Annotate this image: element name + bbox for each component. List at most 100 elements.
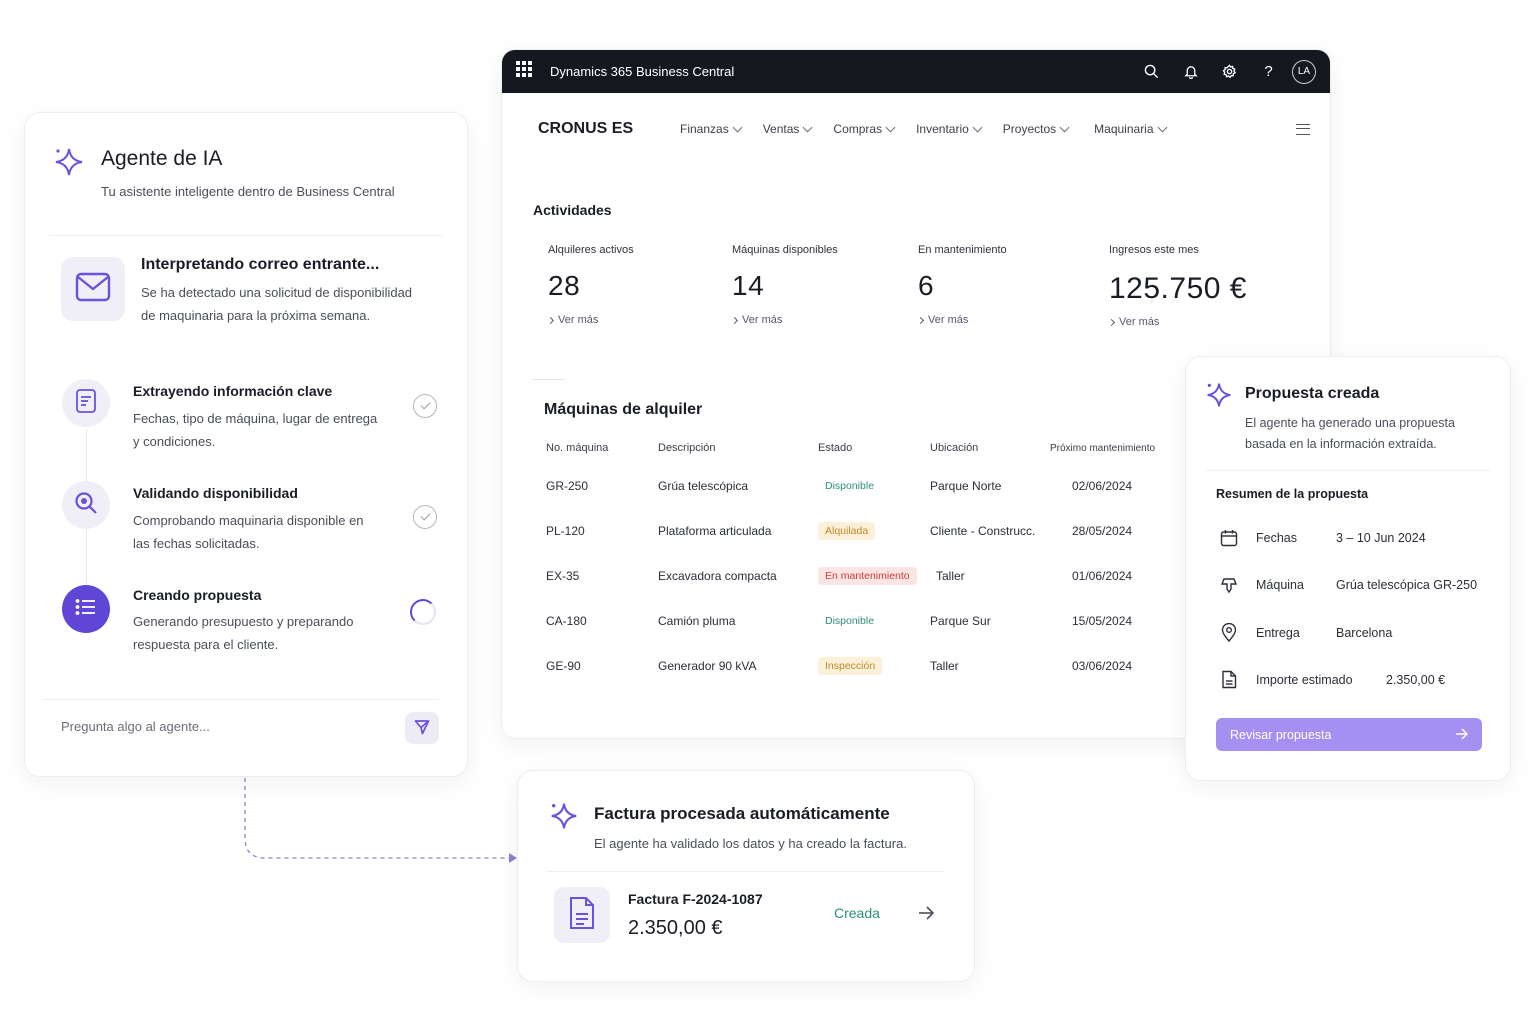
invoice-card-title: Factura procesada automáticamente	[594, 804, 890, 823]
status-badge: Inspección	[818, 656, 883, 675]
list-icon	[75, 598, 97, 621]
see-more-link[interactable]: Ver más	[916, 314, 1007, 326]
chevron-down-icon	[1059, 122, 1070, 132]
chevron-right-icon	[916, 316, 925, 324]
table-row[interactable]: GE-90 Generador 90 kVA Inspección Taller…	[546, 643, 1186, 688]
step-icon-bg	[62, 481, 110, 529]
location-pin-icon	[1216, 623, 1242, 642]
loading-spinner-icon	[410, 599, 436, 625]
divider	[49, 235, 443, 236]
top-bar: Dynamics 365 Business Central ? LA	[502, 50, 1330, 93]
kpi-maintenance: En mantenimiento 6 Ver más	[916, 244, 1007, 326]
see-more-link[interactable]: Ver más	[1107, 316, 1247, 328]
step-title: Extrayendo información clave	[133, 383, 333, 399]
divider	[533, 379, 565, 380]
invoice-document-tile	[554, 887, 610, 943]
sparkle-icon	[53, 146, 85, 183]
email-tile	[61, 257, 125, 321]
agent-title: Agente de IA	[101, 147, 223, 170]
summary-row-machine: Máquina Grúa telescópica GR-250	[1216, 576, 1477, 594]
chevron-right-icon	[546, 316, 555, 324]
sparkle-icon	[549, 801, 579, 836]
column-header[interactable]: Ubicación	[930, 433, 1050, 463]
crane-icon	[1216, 576, 1242, 594]
help-icon[interactable]: ?	[1249, 50, 1288, 93]
agent-subtitle: Tu asistente inteligente dentro de Busin…	[101, 184, 395, 199]
document-icon	[568, 896, 596, 935]
step-description: Se ha detectado una solicitud de disponi…	[141, 285, 413, 323]
activities-title: Actividades	[533, 202, 612, 218]
step-title: Interpretando correo entrante...	[141, 256, 380, 273]
summary-row-dates: Fechas 3 – 10 Jun 2024	[1216, 529, 1426, 547]
kpi-revenue: Ingresos este mes 125.750 € Ver más	[1107, 244, 1247, 328]
menu-compras[interactable]: Compras	[833, 122, 896, 136]
table-row[interactable]: EX-35 Excavadora compacta En mantenimien…	[546, 553, 1186, 598]
chevron-down-icon	[972, 122, 983, 132]
menu-maquinaria[interactable]: Maquinaria	[1094, 122, 1167, 136]
kpi-active-rentals: Alquileres activos 28 Ver más	[546, 244, 634, 326]
column-header[interactable]: Próximo mantenimiento	[1050, 433, 1186, 463]
chevron-down-icon	[885, 122, 896, 132]
summary-title: Resumen de la propuesta	[1216, 487, 1369, 501]
see-more-link[interactable]: Ver más	[546, 314, 634, 326]
check-circle-icon	[413, 394, 437, 418]
gear-icon[interactable]	[1210, 50, 1249, 93]
user-avatar[interactable]: LA	[1292, 59, 1316, 84]
document-icon	[1216, 670, 1242, 689]
calendar-icon	[1216, 529, 1242, 547]
see-more-link[interactable]: Ver más	[730, 314, 838, 326]
menu-ventas[interactable]: Ventas	[763, 122, 813, 136]
status-badge: Alquilada	[818, 521, 876, 540]
status-badge: En mantenimiento	[818, 566, 917, 585]
send-icon	[414, 719, 430, 738]
proposal-description: El agente ha generado una propuesta basa…	[1245, 416, 1455, 451]
step-icon-bg	[62, 379, 110, 427]
table-header-row: No. máquina Descripción Estado Ubicación…	[546, 433, 1186, 463]
kpi-available-machines: Máquinas disponibles 14 Ver más	[730, 244, 838, 326]
table-row[interactable]: GR-250 Grúa telescópica Disponible Parqu…	[546, 463, 1186, 508]
chevron-down-icon	[1157, 122, 1167, 132]
chevron-right-icon	[1107, 318, 1116, 326]
menu-finanzas[interactable]: Finanzas	[680, 122, 743, 136]
column-header[interactable]: No. máquina	[546, 433, 658, 463]
proposal-title: Propuesta creada	[1245, 385, 1380, 402]
invoice-number[interactable]: Factura F-2024-1087	[628, 891, 763, 907]
rental-machines-table: No. máquina Descripción Estado Ubicación…	[546, 433, 1186, 688]
status-badge: Disponible	[825, 614, 875, 627]
invoice-amount: 2.350,00 €	[628, 917, 723, 939]
app-launcher-icon[interactable]	[516, 61, 532, 82]
ai-agent-panel: Agente de IA Tu asistente inteligente de…	[24, 112, 468, 777]
invoice-card-description: El agente ha validado los datos y ha cre…	[594, 836, 907, 851]
step-description: Fechas, tipo de máquina, lugar de entreg…	[133, 411, 378, 449]
status-badge: Disponible	[825, 479, 875, 492]
column-header[interactable]: Estado	[818, 433, 930, 463]
hamburger-menu-icon[interactable]	[1296, 123, 1310, 135]
send-button[interactable]	[405, 712, 439, 744]
step-title: Validando disponibilidad	[133, 485, 298, 501]
summary-row-amount: Importe estimado 2.350,00 €	[1216, 670, 1445, 689]
chevron-down-icon	[802, 122, 813, 132]
proposal-card: Propuesta creada El agente ha generado u…	[1185, 356, 1511, 781]
summary-row-delivery: Entrega Barcelona	[1216, 623, 1392, 642]
document-checklist-icon	[75, 388, 97, 419]
menu-inventario[interactable]: Inventario	[916, 122, 983, 136]
menu-proyectos[interactable]: Proyectos	[1003, 122, 1070, 136]
divider	[1206, 470, 1490, 471]
review-proposal-button[interactable]: Revisar propuesta	[1216, 718, 1482, 751]
step-title: Creando propuesta	[133, 587, 262, 603]
divider	[546, 871, 944, 872]
agent-chat-input[interactable]	[61, 719, 391, 734]
company-name[interactable]: CRONUS ES	[538, 120, 680, 138]
invoice-status: Creada	[834, 905, 880, 921]
table-row[interactable]: PL-120 Plataforma articulada Alquilada C…	[546, 508, 1186, 553]
table-row[interactable]: CA-180 Camión pluma Disponible Parque Su…	[546, 598, 1186, 643]
sparkle-icon	[1205, 381, 1233, 414]
column-header[interactable]: Descripción	[658, 433, 818, 463]
step-description: Generando presupuesto y preparando respue…	[133, 614, 354, 652]
arrow-right-icon[interactable]	[918, 905, 935, 926]
app-title: Dynamics 365 Business Central	[550, 64, 735, 79]
bell-icon[interactable]	[1171, 50, 1210, 93]
search-icon[interactable]	[1132, 50, 1171, 93]
chevron-right-icon	[730, 316, 739, 324]
step-icon-bg-active	[62, 585, 110, 633]
